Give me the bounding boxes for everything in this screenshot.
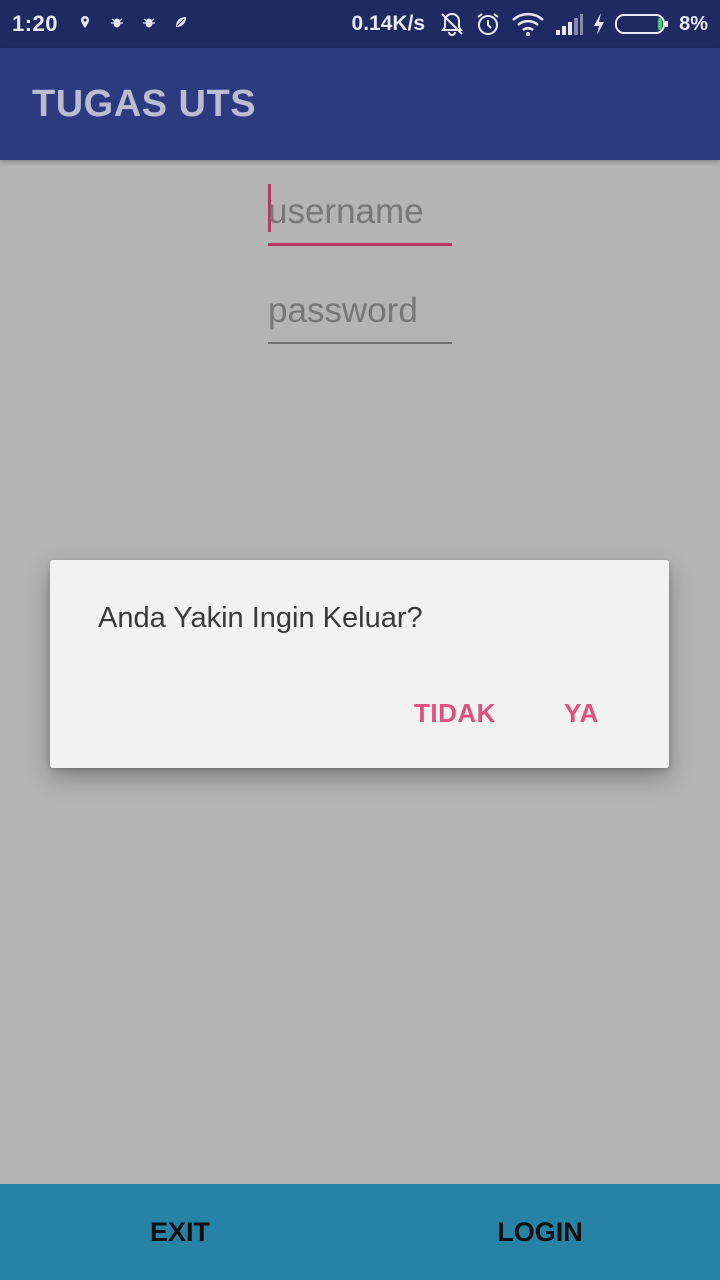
app-title: TUGAS UTS	[32, 82, 257, 125]
leaf-icon	[174, 15, 188, 34]
login-button[interactable]: LOGIN	[360, 1184, 720, 1280]
battery-icon	[615, 13, 669, 35]
password-field[interactable]: password	[268, 284, 452, 344]
status-time: 1:20	[12, 11, 59, 36]
charging-icon	[593, 12, 605, 36]
password-placeholder: password	[268, 291, 418, 330]
status-right: 0.14K/s 8%	[352, 11, 708, 37]
signal-icon	[555, 12, 584, 36]
bell-off-icon	[439, 11, 465, 37]
dialog-message: Anda Yakin Ingin Keluar?	[98, 602, 423, 634]
battery-percent: 8%	[679, 12, 708, 35]
bottom-bar: EXIT LOGIN	[0, 1184, 720, 1280]
net-speed: 0.14K/s	[351, 12, 426, 35]
username-placeholder: username	[268, 192, 424, 231]
status-bar: 1:20 0.14K/s 8%	[0, 0, 720, 48]
tidak-button[interactable]: TIDAK	[414, 698, 496, 729]
notification-icons	[78, 15, 188, 34]
wifi-icon	[511, 11, 545, 37]
location-icon	[78, 15, 92, 34]
ya-button[interactable]: YA	[564, 698, 599, 729]
exit-button[interactable]: EXIT	[0, 1184, 360, 1280]
alarm-icon	[475, 11, 501, 37]
exit-confirm-dialog: Anda Yakin Ingin Keluar? TIDAK YA	[50, 560, 669, 768]
bug-icon	[110, 15, 124, 34]
bug-icon	[142, 15, 156, 34]
app-bar: TUGAS UTS	[0, 48, 720, 160]
username-field[interactable]: username	[268, 180, 452, 246]
